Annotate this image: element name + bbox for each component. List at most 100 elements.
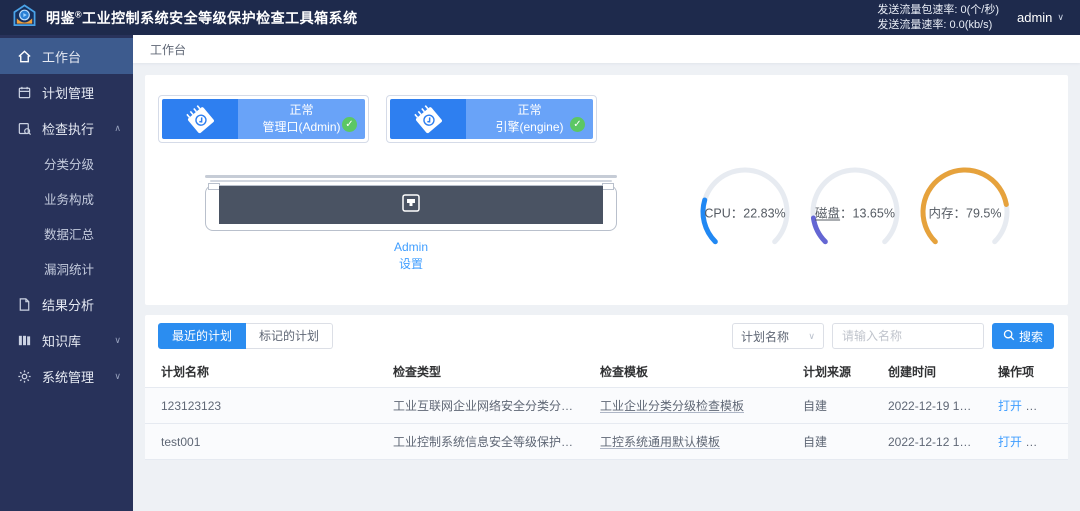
check-circle-icon: ✓ bbox=[570, 117, 585, 132]
chevron-up-icon: ∧ bbox=[114, 123, 121, 134]
cell-check-template: 工业企业分类分级检查模板 bbox=[584, 388, 787, 424]
main-content: 工作台 bbox=[133, 35, 1080, 511]
sidebar-item-inspection-exec[interactable]: 检查执行 ∧ bbox=[0, 110, 133, 146]
sidebar-item-label: 计划管理 bbox=[42, 83, 94, 102]
col-actions: 操作项 bbox=[982, 356, 1068, 388]
table-header-row: 计划名称 检查类型 检查模板 计划来源 创建时间 操作项 bbox=[145, 356, 1068, 388]
search-icon bbox=[1003, 329, 1015, 344]
sidebar-item-plan-management[interactable]: 计划管理 bbox=[0, 74, 133, 110]
user-menu[interactable]: admin ∨ bbox=[1017, 10, 1064, 25]
sidebar-item-system-management[interactable]: 系统管理 ∨ bbox=[0, 358, 133, 394]
sidebar-subitem-vuln-stats[interactable]: 漏洞统计 bbox=[0, 251, 133, 286]
appliance-chassis bbox=[205, 185, 617, 231]
status-card-engine[interactable]: 正常 引擎(engine) ✓ bbox=[386, 95, 597, 143]
cell-plan-source: 自建 bbox=[787, 424, 872, 460]
cell-plan-name: 123123123 bbox=[145, 388, 377, 424]
disk-gauge: 磁盘：13.65% bbox=[807, 164, 903, 260]
sidebar-item-knowledge-base[interactable]: 知识库 ∨ bbox=[0, 322, 133, 358]
app-logo-icon bbox=[12, 3, 37, 33]
col-plan-name: 计划名称 bbox=[145, 356, 377, 388]
plan-search-input[interactable] bbox=[832, 323, 984, 349]
ethernet-port-icon bbox=[399, 191, 423, 220]
status-text: 正常 bbox=[517, 102, 541, 119]
col-created-time: 创建时间 bbox=[872, 356, 982, 388]
plans-table: 计划名称 检查类型 检查模板 计划来源 创建时间 操作项 123123123 工… bbox=[145, 356, 1068, 460]
star-icon[interactable]: ☆ bbox=[1038, 434, 1050, 449]
check-circle-icon: ✓ bbox=[342, 117, 357, 132]
status-target: 管理口(Admin) bbox=[262, 119, 340, 136]
sidebar-item-result-analysis[interactable]: 结果分析 bbox=[0, 286, 133, 322]
home-icon bbox=[17, 49, 32, 64]
inspect-icon bbox=[17, 121, 32, 136]
notepad-check-icon bbox=[390, 99, 466, 139]
search-button[interactable]: 搜索 bbox=[992, 323, 1054, 349]
sidebar: 工作台 计划管理 检查执行 ∧ 分类分级 业务构成 数据汇总 漏洞统计 结果分析… bbox=[0, 35, 133, 511]
app-title: 明鉴®工业控制系统安全等级保护检查工具箱系统 bbox=[46, 8, 358, 28]
status-target: 引擎(engine) bbox=[495, 119, 563, 136]
document-icon bbox=[17, 297, 32, 312]
status-card-admin-port[interactable]: 正常 管理口(Admin) ✓ bbox=[158, 95, 369, 143]
status-panel: 正常 管理口(Admin) ✓ bbox=[145, 75, 1068, 305]
disk-gauge-label: 磁盘：13.65% bbox=[815, 203, 895, 222]
chevron-down-icon: ∨ bbox=[114, 371, 121, 382]
cell-check-type: 工业控制系统信息安全等级保护检查 bbox=[377, 424, 584, 460]
open-link[interactable]: 打开 bbox=[998, 435, 1022, 449]
chevron-down-icon: ∨ bbox=[1057, 12, 1064, 23]
table-row: 123123123 工业互联网企业网络安全分类分级检查 工业企业分类分级检查模板… bbox=[145, 388, 1068, 424]
cell-actions: 打开 ☆标记 bbox=[982, 388, 1068, 424]
tab-recent-plans[interactable]: 最近的计划 bbox=[158, 323, 246, 349]
sidebar-subitem-data-summary[interactable]: 数据汇总 bbox=[0, 216, 133, 251]
appliance-top-rail bbox=[205, 175, 617, 178]
cpu-gauge-label: CPU：22.83% bbox=[704, 203, 785, 222]
sidebar-item-label: 工作台 bbox=[42, 47, 81, 66]
cell-created-time: 2022-12-19 14:15:56 bbox=[872, 388, 982, 424]
sidebar-submenu: 分类分级 业务构成 数据汇总 漏洞统计 bbox=[0, 146, 133, 286]
memory-gauge: 内存：79.5% bbox=[917, 164, 1013, 260]
col-check-template: 检查模板 bbox=[584, 356, 787, 388]
tab-marked-plans[interactable]: 标记的计划 bbox=[246, 323, 333, 349]
star-icon[interactable]: ☆ bbox=[1038, 398, 1050, 413]
cpu-gauge: CPU：22.83% bbox=[697, 164, 793, 260]
plan-icon bbox=[17, 85, 32, 100]
app-header: 明鉴®工业控制系统安全等级保护检查工具箱系统 发送流量包速率:0(个/秒) 发送… bbox=[0, 0, 1080, 35]
memory-gauge-label: 内存：79.5% bbox=[929, 203, 1002, 222]
library-icon bbox=[17, 333, 32, 348]
plan-tabs: 最近的计划 标记的计划 bbox=[158, 323, 333, 349]
gear-icon bbox=[17, 369, 32, 384]
brand: 明鉴®工业控制系统安全等级保护检查工具箱系统 bbox=[12, 3, 358, 33]
cell-created-time: 2022-12-12 10:26:19 bbox=[872, 424, 982, 460]
resource-gauges: CPU：22.83% 磁盘：13.65% 内存：79.5% bbox=[697, 164, 1013, 260]
appliance-ear-right bbox=[602, 183, 614, 190]
sidebar-item-label: 结果分析 bbox=[42, 295, 94, 314]
cell-plan-name: test001 bbox=[145, 424, 377, 460]
notepad-check-icon bbox=[162, 99, 238, 139]
username: admin bbox=[1017, 10, 1052, 25]
table-row: test001 工业控制系统信息安全等级保护检查 工控系统通用默认模板 自建 2… bbox=[145, 424, 1068, 460]
cell-check-template: 工控系统通用默认模板 bbox=[584, 424, 787, 460]
open-link[interactable]: 打开 bbox=[998, 399, 1022, 413]
admin-link[interactable]: Admin bbox=[205, 239, 617, 256]
sidebar-item-label: 检查执行 bbox=[42, 119, 94, 138]
appliance-faceplate bbox=[219, 186, 603, 224]
sidebar-subitem-business[interactable]: 业务构成 bbox=[0, 181, 133, 216]
settings-link[interactable]: 设置 bbox=[205, 256, 617, 273]
appliance-top-rail-2 bbox=[210, 180, 612, 182]
cell-plan-source: 自建 bbox=[787, 388, 872, 424]
sidebar-item-workbench[interactable]: 工作台 bbox=[0, 38, 133, 74]
breadcrumb: 工作台 bbox=[133, 35, 1080, 63]
traffic-stats: 发送流量包速率:0(个/秒) 发送流量速率:0.0(kb/s) bbox=[877, 3, 999, 33]
plan-name-select[interactable]: 计划名称 ∨ bbox=[732, 323, 824, 349]
sidebar-item-label: 知识库 bbox=[42, 331, 81, 350]
col-plan-source: 计划来源 bbox=[787, 356, 872, 388]
mark-link[interactable]: 标记 bbox=[1052, 435, 1068, 449]
mark-link[interactable]: 标记 bbox=[1052, 399, 1068, 413]
sidebar-subitem-classification[interactable]: 分类分级 bbox=[0, 146, 133, 181]
chevron-down-icon: ∨ bbox=[114, 335, 121, 346]
cell-check-type: 工业互联网企业网络安全分类分级检查 bbox=[377, 388, 584, 424]
cell-actions: 打开 ☆标记 bbox=[982, 424, 1068, 460]
appliance-graphic: Admin 设置 bbox=[205, 175, 617, 273]
status-text: 正常 bbox=[289, 102, 313, 119]
col-check-type: 检查类型 bbox=[377, 356, 584, 388]
chevron-down-icon: ∨ bbox=[808, 331, 815, 342]
plans-panel: 最近的计划 标记的计划 计划名称 ∨ 搜索 bbox=[145, 315, 1068, 452]
